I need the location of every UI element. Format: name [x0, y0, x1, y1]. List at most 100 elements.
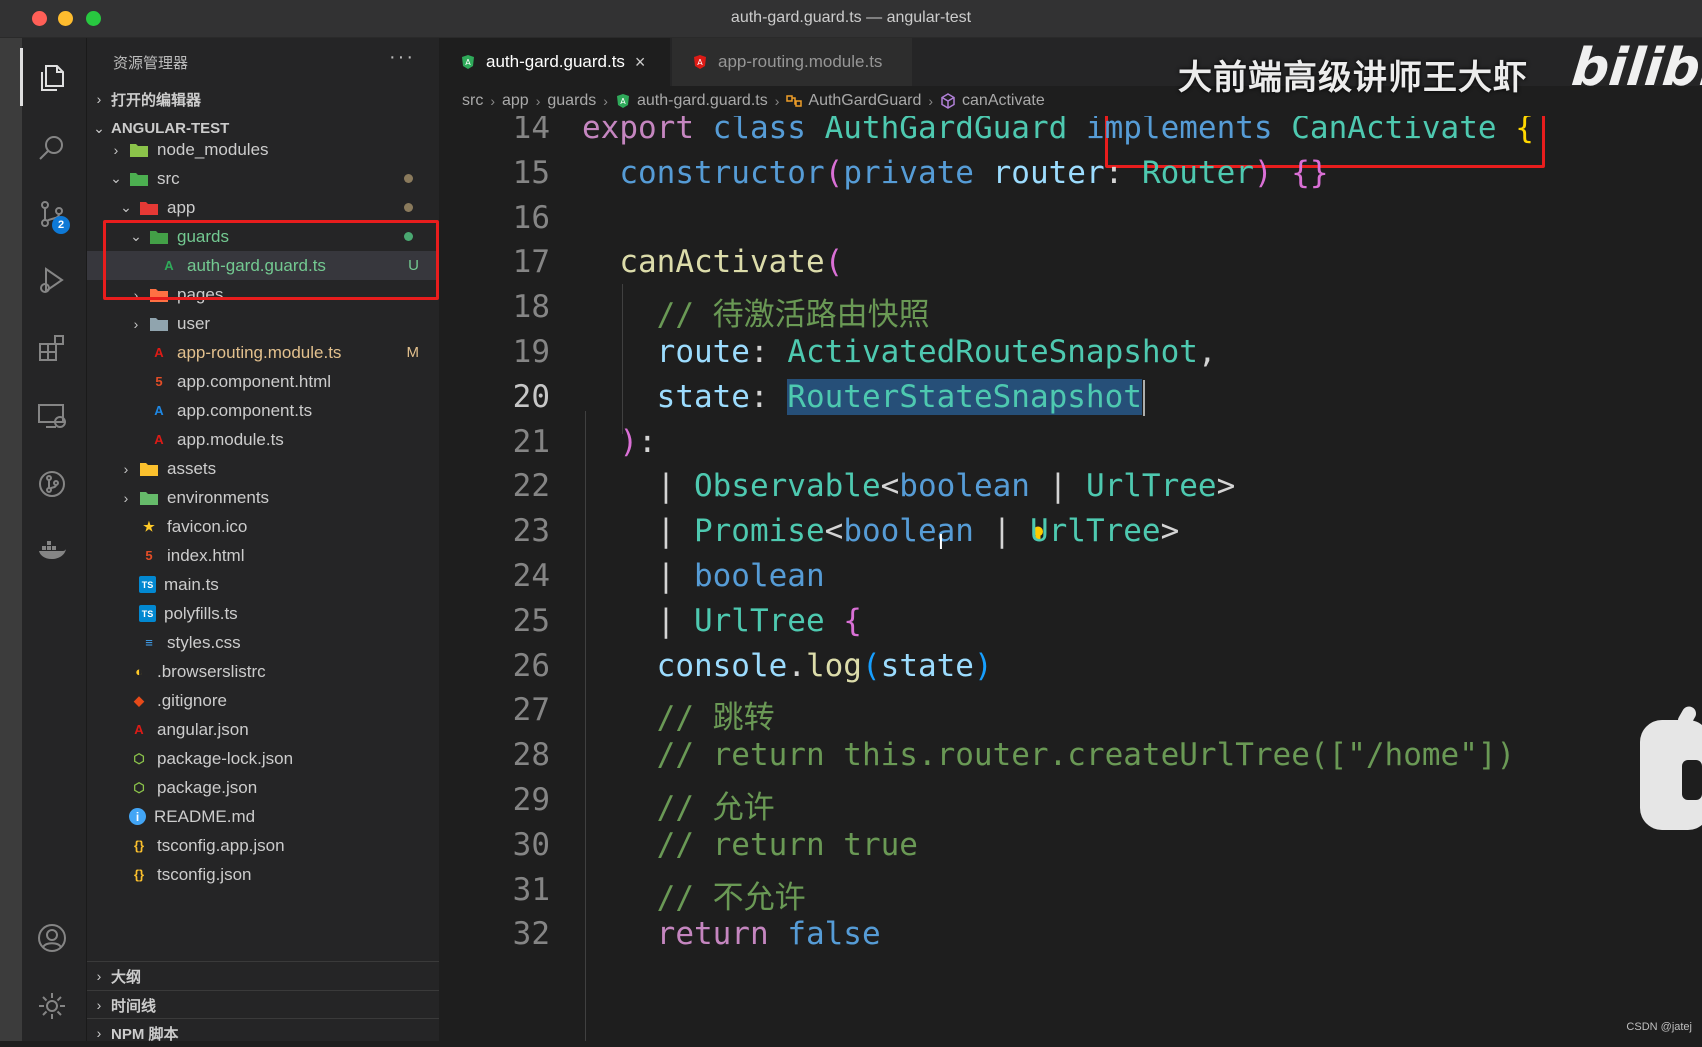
breadcrumb-item[interactable]: AuthGardGuard [808, 92, 921, 110]
guards-highlight-box [103, 220, 439, 300]
code-token: // 允许 [656, 790, 775, 826]
npm-scripts-label: NPM 脚本 [111, 1025, 179, 1043]
breadcrumb-item[interactable]: app [502, 92, 529, 110]
code-token: state [880, 647, 974, 684]
code-token: implements [1085, 116, 1292, 146]
chevron-right-icon[interactable]: › [117, 461, 135, 477]
tree-item-main-ts[interactable]: TS main.ts [87, 570, 439, 599]
tree-item-app-module-ts[interactable]: Aapp.module.ts [87, 425, 439, 454]
nodejs-icon: ⬡ [133, 750, 145, 766]
open-editors-section[interactable]: › 打开的编辑器 [87, 85, 439, 113]
tree-item-polyfills-ts[interactable]: TS polyfills.ts [87, 599, 439, 628]
explorer-header: 资源管理器 [113, 55, 189, 72]
tree-item-node-modules[interactable]: › node_modules [87, 135, 439, 164]
explorer-icon[interactable] [32, 58, 72, 98]
outline-label: 大纲 [111, 968, 142, 986]
code-line: // return this.router.createUrlTree(["/h… [582, 737, 1516, 773]
tree-item-package-json[interactable]: ⬡ package.json [87, 773, 439, 802]
active-indicator [20, 48, 23, 106]
tab-auth-gard-guard[interactable]: A auth-gard.guard.ts × [440, 38, 670, 86]
code-token: boolean [693, 558, 825, 594]
folder-app-icon [139, 198, 159, 218]
code-token: ( [824, 154, 844, 191]
code-editor[interactable]: 14 export class AuthGardGuard implements … [440, 116, 1702, 1041]
tree-item-readme-md[interactable]: i README.md [87, 802, 439, 831]
code-token: : [749, 378, 788, 415]
tree-item-src[interactable]: ⌄ src [87, 164, 439, 193]
npm-scripts-section[interactable]: › NPM 脚本 [87, 1018, 439, 1047]
tree-item-app[interactable]: ⌄ app [87, 193, 439, 222]
code-token: console [656, 647, 788, 684]
code-line: // return true [582, 827, 918, 863]
breadcrumb-item[interactable]: src [462, 92, 483, 110]
code-token: private [843, 154, 993, 191]
source-control-badge: 2 [52, 216, 70, 234]
tree-item-styles-css[interactable]: ≡ styles.css [87, 628, 439, 657]
tree-item-app-component-html[interactable]: 5 app.component.html [87, 367, 439, 396]
tree-item-label: node_modules [157, 139, 269, 159]
tv-eye [1682, 760, 1702, 800]
line-number: 22 [512, 468, 550, 505]
outline-section[interactable]: › 大纲 [87, 961, 439, 990]
docker-icon[interactable] [32, 530, 72, 570]
typescript-icon: TS [139, 576, 156, 593]
run-debug-icon[interactable] [32, 260, 72, 300]
json-icon: {} [133, 838, 145, 853]
chevron-right-icon: › [96, 968, 102, 984]
close-tab-icon[interactable]: × [635, 52, 646, 73]
svg-text:A: A [697, 58, 703, 67]
tree-item-app-routing-module-ts[interactable]: Aapp-routing.module.ts M [87, 338, 439, 367]
tree-item-environments[interactable]: › environments [87, 483, 439, 512]
chevron-down-icon[interactable]: ⌄ [117, 199, 135, 216]
project-label: ANGULAR-TEST [111, 119, 230, 137]
extensions-icon[interactable] [32, 328, 72, 368]
nodejs-icon: ⬡ [133, 779, 145, 795]
tree-item-browserslistrc[interactable]: ◐ .browserslistrc [87, 657, 439, 686]
account-icon[interactable] [32, 918, 72, 958]
tree-item-tsconfig-app-json[interactable]: {} tsconfig.app.json [87, 831, 439, 860]
breadcrumb-item[interactable]: guards [547, 92, 596, 110]
code-line: console.log(state) [582, 648, 993, 684]
breadcrumb-item[interactable]: canActivate [962, 92, 1045, 110]
search-icon[interactable] [32, 128, 72, 168]
typescript-icon: TS [139, 605, 156, 622]
chevron-right-icon[interactable]: › [127, 316, 145, 332]
timeline-section[interactable]: › 时间线 [87, 990, 439, 1019]
git-graph-icon[interactable] [32, 464, 72, 504]
code-token: // 跳转 [656, 700, 775, 737]
tree-item-angular-json[interactable]: Aangular.json [87, 715, 439, 744]
code-token: {} [1291, 154, 1329, 191]
code-token: | [656, 602, 694, 639]
tree-item-gitignore[interactable]: ◆ .gitignore [87, 686, 439, 715]
tree-item-app-component-ts[interactable]: Aapp.component.ts [87, 396, 439, 425]
tree-item-label: app.component.ts [177, 400, 313, 420]
tree-item-user[interactable]: › user [87, 309, 439, 338]
line-number: 28 [512, 737, 550, 774]
more-actions-icon[interactable]: ··· [389, 46, 415, 69]
title-bar: auth-gard.guard.ts — angular-test [0, 0, 1702, 38]
line-number: 32 [512, 916, 550, 953]
tree-item-package-lock-json[interactable]: ⬡ package-lock.json [87, 744, 439, 773]
tree-item-index-html[interactable]: 5 index.html [87, 541, 439, 570]
breadcrumb-item[interactable]: auth-gard.guard.ts [637, 92, 768, 110]
chevron-down-icon[interactable]: ⌄ [107, 170, 125, 187]
tree-item-favicon-ico[interactable]: ★ favicon.ico [87, 512, 439, 541]
code-token: | [656, 468, 694, 505]
code-token: UrlTree [693, 602, 844, 639]
tab-label: auth-gard.guard.ts [486, 52, 625, 71]
tab-app-routing-module[interactable]: A app-routing.module.ts [672, 38, 912, 86]
tree-item-assets[interactable]: › assets [87, 454, 439, 483]
chevron-right-icon[interactable]: › [117, 490, 135, 506]
tree-item-tsconfig-json[interactable]: {} tsconfig.json [87, 860, 439, 889]
tree-item-label: package.json [157, 777, 258, 797]
settings-gear-icon[interactable] [32, 986, 72, 1026]
code-token: Promise [693, 513, 825, 550]
remote-explorer-icon[interactable] [32, 396, 72, 436]
source-control-icon[interactable]: 2 [32, 194, 72, 234]
chevron-right-icon[interactable]: › [107, 142, 125, 158]
chevron-right-icon: › [490, 93, 495, 109]
